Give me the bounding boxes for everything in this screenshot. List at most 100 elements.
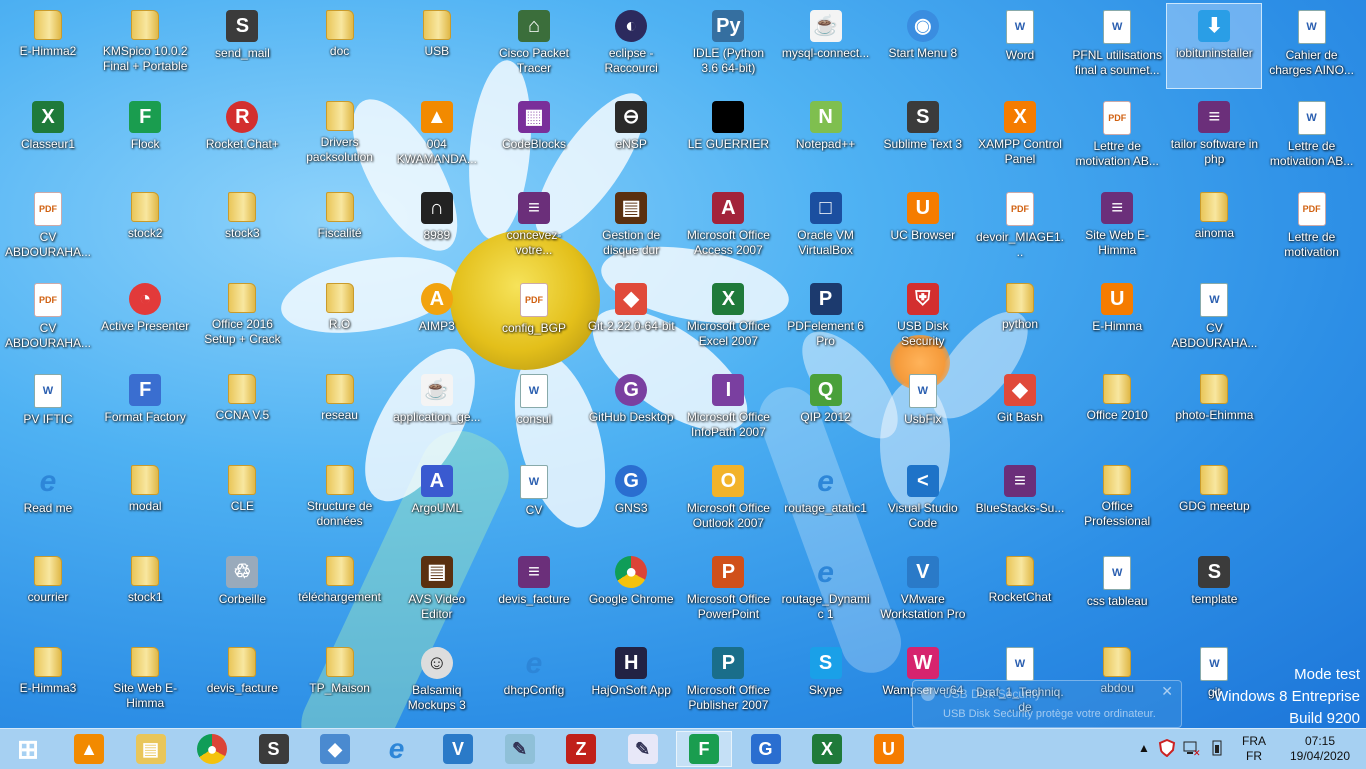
desktop-icon-lettre-de-motivation-ab[interactable]: PDF Lettre de motivation AB... bbox=[1070, 95, 1164, 179]
desktop-icon-ainoma[interactable]: ainoma bbox=[1167, 186, 1261, 270]
notepad-pinned[interactable]: ✎ bbox=[492, 731, 548, 767]
desktop-icon-mysql-connect[interactable]: ☕ mysql-connect... bbox=[779, 4, 873, 88]
desktop-icon-routage-atatic1[interactable]: e routage_atatic1 bbox=[779, 459, 873, 543]
desktop-icon-read-me[interactable]: e Read me bbox=[1, 459, 95, 543]
desktop-icon-pv-iftic[interactable]: W PV IFTIC bbox=[1, 368, 95, 452]
desktop-icon-microsoft-office-powerpoint-2007[interactable]: P Microsoft Office PowerPoint 2007 bbox=[681, 550, 775, 634]
desktop-icon-stock3[interactable]: stock3 bbox=[195, 186, 289, 270]
desktop-icon-cv-abdouraha[interactable]: W CV ABDOURAHA... bbox=[1167, 277, 1261, 361]
desktop-icon-avs-video-editor[interactable]: ▤ AVS Video Editor bbox=[390, 550, 484, 634]
desktop-icon-e-himma[interactable]: U E-Himma bbox=[1070, 277, 1164, 361]
desktop-background[interactable]: E-Himma2 KMSpico 10.0.2 Final + Portable S… bbox=[0, 0, 1366, 728]
desktop-icon-git-bash[interactable]: ◆ Git Bash bbox=[973, 368, 1067, 452]
desktop-icon-photo-ehimma[interactable]: photo-Ehimma bbox=[1167, 368, 1261, 452]
desktop-icon-office-professional-pl[interactable]: Office Professional Pl... bbox=[1070, 459, 1164, 543]
power-icon[interactable] bbox=[1208, 739, 1226, 757]
desktop-icon-gestion-de-disque-dur[interactable]: ▤ Gestion de disque dur bbox=[584, 186, 678, 270]
desktop-icon-rocketchat[interactable]: RocketChat bbox=[973, 550, 1067, 634]
desktop-icon-idle-python-3-6-64-bit[interactable]: Py IDLE (Python 3.6 64-bit) bbox=[681, 4, 775, 88]
desktop-icon-e-himma3[interactable]: E-Himma3 bbox=[1, 641, 95, 725]
desktop-icon-usb[interactable]: USB bbox=[390, 4, 484, 88]
desktop-icon-microsoft-office-access-2007[interactable]: A Microsoft Office Access 2007 bbox=[681, 186, 775, 270]
network-icon[interactable]: ✕ bbox=[1183, 739, 1201, 759]
git-pinned[interactable]: ◆ bbox=[307, 731, 363, 767]
usb-security-notification[interactable]: USB Disk Security USB Disk Security prot… bbox=[912, 680, 1182, 728]
desktop-icon-site-web-e-himma[interactable]: Site Web E-Himma bbox=[98, 641, 192, 725]
desktop-icon-word[interactable]: W Word bbox=[973, 4, 1067, 88]
desktop-icon-microsoft-office-infopath-2007[interactable]: I Microsoft Office InfoPath 2007 bbox=[681, 368, 775, 452]
desktop-icon-template[interactable]: Stemplate bbox=[1167, 550, 1261, 634]
desktop-icon-microsoft-office-excel-2007[interactable]: X Microsoft Office Excel 2007 bbox=[681, 277, 775, 361]
desktop-icon-sublime-text-3[interactable]: S Sublime Text 3 bbox=[876, 95, 970, 179]
desktop-icon-iobituninstaller[interactable]: ⬇ iobituninstaller bbox=[1166, 3, 1263, 89]
desktop-icon-stock1[interactable]: stock1 bbox=[98, 550, 192, 634]
desktop-icon-microsoft-office-outlook-2007[interactable]: O Microsoft Office Outlook 2007 bbox=[681, 459, 775, 543]
desktop-icon-ensp[interactable]: ⊖ eNSP bbox=[584, 95, 678, 179]
desktop-icon-vmware-workstation-pro[interactable]: V VMware Workstation Pro bbox=[876, 550, 970, 634]
desktop-icon-xampp-control-panel[interactable]: X XAMPP Control Panel bbox=[973, 95, 1067, 179]
desktop-icon-rocket-chat[interactable]: R Rocket.Chat+ bbox=[195, 95, 289, 179]
usb-security-tray-icon[interactable] bbox=[1158, 738, 1176, 758]
desktop-icon-lettre-de-motivation[interactable]: PDF Lettre de motivation bbox=[1265, 186, 1359, 270]
desktop-icon-cv[interactable]: W CV bbox=[487, 459, 581, 543]
desktop-icon-eclipse-raccourci[interactable]: ◐ eclipse - Raccourci bbox=[584, 4, 678, 88]
desktop-icon-site-web-e-himma[interactable]: ≡ Site Web E-Himma bbox=[1070, 186, 1164, 270]
desktop-icon-gns3[interactable]: G GNS3 bbox=[584, 459, 678, 543]
desktop-icon-e-himma2[interactable]: E-Himma2 bbox=[1, 4, 95, 88]
desktop-icon-microsoft-office-publisher-2007[interactable]: P Microsoft Office Publisher 2007 bbox=[681, 641, 775, 725]
start-button[interactable]: ⊞ bbox=[0, 731, 56, 767]
desktop-icon-usbfix[interactable]: W UsbFix bbox=[876, 368, 970, 452]
desktop-icon-stock2[interactable]: stock2 bbox=[98, 186, 192, 270]
desktop-icon-reseau[interactable]: reseau bbox=[293, 368, 387, 452]
desktop-icon-config-bgp[interactable]: PDF config_BGP bbox=[487, 277, 581, 361]
desktop-icon-oracle-vm-virtualbox[interactable]: □ Oracle VM VirtualBox bbox=[779, 186, 873, 270]
desktop-icon-balsamiq-mockups-3[interactable]: ☺ Balsamiq Mockups 3 bbox=[390, 641, 484, 725]
desktop-icon-te-le-chargement[interactable]: téléchargement bbox=[293, 550, 387, 634]
desktop-icon-codeblocks[interactable]: ▦ CodeBlocks bbox=[487, 95, 581, 179]
desktop-icon-devis-facture[interactable]: ≡ devis_facture bbox=[487, 550, 581, 634]
desktop-icon-drivers-packsolution[interactable]: Drivers packsolution bbox=[293, 95, 387, 179]
desktop-icon-cv-abdouraha[interactable]: PDF CV ABDOURAHA... bbox=[1, 186, 95, 270]
desktop-icon-office-2016-setup-crack[interactable]: Office 2016 Setup + Crack bbox=[195, 277, 289, 361]
desktop-icon-consul[interactable]: Wconsul bbox=[487, 368, 581, 452]
desktop-icon-fiscalite[interactable]: Fiscalité bbox=[293, 186, 387, 270]
vlc-pinned[interactable]: ▲ bbox=[61, 731, 117, 767]
desktop-icon-concevez-votre[interactable]: ≡ concevez-votre... bbox=[487, 186, 581, 270]
desktop-icon-gdg-meetup[interactable]: GDG meetup bbox=[1167, 459, 1261, 543]
desktop-icon-corbeille[interactable]: ♲ Corbeille bbox=[195, 550, 289, 634]
desktop-icon-ccna-v-5[interactable]: CCNA V.5 bbox=[195, 368, 289, 452]
desktop-icon-qip-2012[interactable]: Q QIP 2012 bbox=[779, 368, 873, 452]
desktop-icon-cisco-packet-tracer[interactable]: ⌂ Cisco Packet Tracer bbox=[487, 4, 581, 88]
desktop-icon-application-ge[interactable]: ☕ application_ge... bbox=[390, 368, 484, 452]
editor-pinned[interactable]: ✎ bbox=[615, 731, 671, 767]
desktop-icon-usb-disk-security[interactable]: ⛨ USB Disk Security bbox=[876, 277, 970, 361]
desktop-icon-argouml[interactable]: A ArgoUML bbox=[390, 459, 484, 543]
desktop-icon-bluestacks-su[interactable]: ≡ BlueStacks-Su... bbox=[973, 459, 1067, 543]
desktop-icon-cle[interactable]: CLE bbox=[195, 459, 289, 543]
desktop-icon-tp-maison[interactable]: TP_Maison bbox=[293, 641, 387, 725]
desktop-icon-format-factory[interactable]: F Format Factory bbox=[98, 368, 192, 452]
desktop-icon-pfnl-utilisations-final-a-soumet[interactable]: W PFNL utilisations final a soumet... bbox=[1070, 4, 1164, 88]
sublime-pinned[interactable]: S bbox=[246, 731, 302, 767]
filezilla-pinned[interactable]: Z bbox=[553, 731, 609, 767]
flock-pinned[interactable]: F bbox=[676, 731, 732, 767]
desktop-icon-cahier-de-charges-aino[interactable]: W Cahier de charges AINO... bbox=[1265, 4, 1359, 88]
desktop-icon-git-2-22-0-64-bit[interactable]: ◆ Git-2.22.0-64-bit bbox=[584, 277, 678, 361]
desktop-icon-python[interactable]: python bbox=[973, 277, 1067, 361]
desktop-icon-lettre-de-motivation-ab[interactable]: W Lettre de motivation AB... bbox=[1265, 95, 1359, 179]
desktop-icon-classeur1[interactable]: X Classeur1 bbox=[1, 95, 95, 179]
desktop-icon-active-presenter[interactable]: ◔ Active Presenter bbox=[98, 277, 192, 361]
notification-close-icon[interactable]: ✕ bbox=[1161, 683, 1173, 700]
gns3-pinned[interactable]: G bbox=[738, 731, 794, 767]
desktop-icon-office-2010[interactable]: Office 2010 bbox=[1070, 368, 1164, 452]
desktop-icon-devis-facture[interactable]: devis_facture bbox=[195, 641, 289, 725]
clock[interactable]: 07:15 19/04/2020 bbox=[1280, 734, 1360, 764]
desktop-icon-hajonsoft-app[interactable]: H HajOnSoft App bbox=[584, 641, 678, 725]
desktop-icon-devoir-miage1[interactable]: PDF devoir_MIAGE1... bbox=[973, 186, 1067, 270]
uc-browser-pinned[interactable]: U bbox=[861, 731, 917, 767]
desktop-icon-doc[interactable]: doc bbox=[293, 4, 387, 88]
vmware-pinned[interactable]: V bbox=[430, 731, 486, 767]
desktop-icon-courrier[interactable]: courrier bbox=[1, 550, 95, 634]
desktop-icon-aimp3[interactable]: A AIMP3 bbox=[390, 277, 484, 361]
desktop-icon-routage-dynamic-1[interactable]: e routage_Dynamic 1 bbox=[779, 550, 873, 634]
